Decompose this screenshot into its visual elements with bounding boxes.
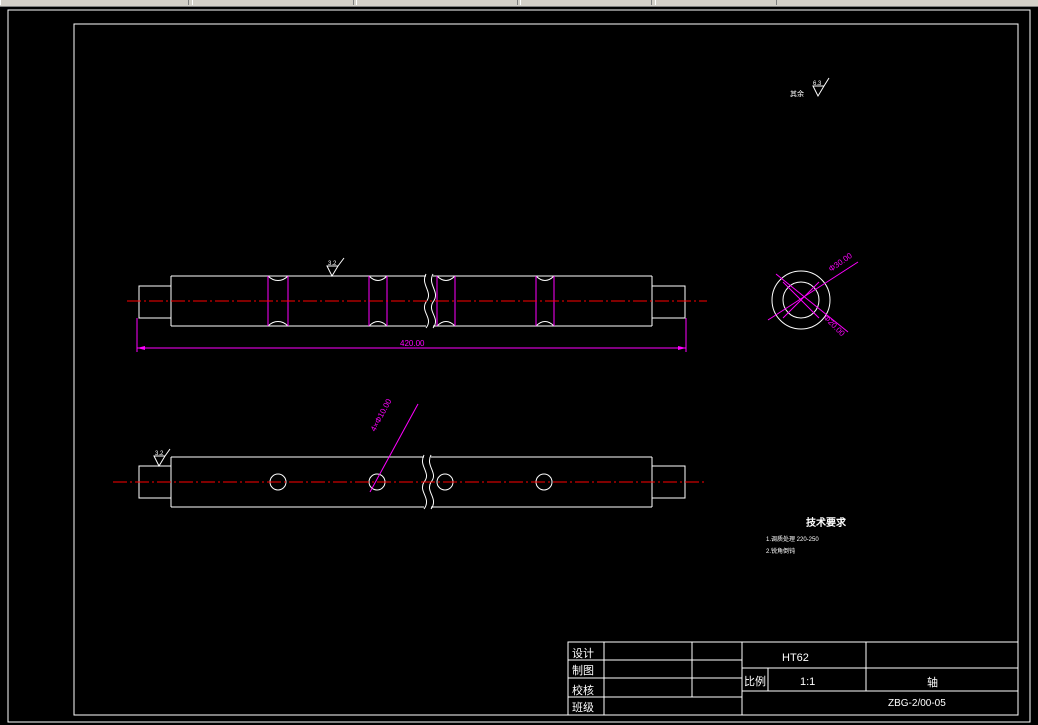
shaft-right-stub (651, 285, 686, 319)
technical-requirements: 技术要求 1.调质处理 220-250 2.锐角倒钝 (766, 516, 847, 555)
hole-dimension-text: 4×Φ10.00 (369, 397, 394, 433)
shaft-cross-section[interactable]: Φ30.00 Φ20.00 (767, 251, 859, 339)
shaft-top-view[interactable]: 3.2 420.00 (127, 257, 707, 352)
toolbar-segment[interactable] (356, 0, 518, 5)
toolbar-segment[interactable] (0, 0, 189, 5)
label-design: 设计 (572, 647, 594, 660)
tech-requirements-title: 技术要求 (806, 516, 847, 529)
top-roughness-value: 3.2 (328, 261, 337, 267)
toolbar-segment[interactable] (520, 0, 652, 5)
inner-frame (73, 23, 1019, 716)
length-dimension-text: 420.00 (400, 339, 425, 348)
label-draw: 制图 (572, 664, 594, 677)
shaft-front-view[interactable]: 3.2 4×Φ10.00 (113, 397, 707, 510)
front-roughness-value: 3.2 (155, 451, 164, 457)
label-scale: 比例 (744, 674, 766, 688)
tech-requirement-item: 2.锐角倒钝 (766, 547, 795, 555)
tech-requirement-item: 1.调质处理 220-250 (766, 535, 819, 543)
toolbar-segment[interactable] (192, 0, 354, 5)
label-check: 校核 (572, 683, 594, 697)
roughness-note: 其余 6.3 (790, 77, 830, 98)
label-class: 班级 (572, 701, 594, 714)
outer-frame (7, 9, 1031, 723)
material-value: HT62 (782, 652, 809, 664)
outer-diameter-text: Φ30.00 (827, 251, 854, 274)
scale-value: 1:1 (800, 676, 815, 688)
part-name: 轴 (927, 675, 938, 689)
inner-diameter-text: Φ20.00 (822, 313, 847, 338)
break-line (431, 273, 437, 329)
roughness-note-label: 其余 (790, 89, 804, 98)
title-block-text: 设计 制图 校核 班级 HT62 比例 1:1 轴 ZBG-2/00-05 (572, 647, 946, 714)
roughness-note-value: 6.3 (813, 81, 822, 87)
cad-drawing-canvas[interactable]: 其余 6.3 3.2 420.00 Φ30.00 Φ20.00 3.2 4×Φ1… (0, 6, 1038, 725)
drawing-number: ZBG-2/00-05 (888, 698, 946, 709)
shaft-left-stub (138, 285, 172, 319)
toolbar-segment[interactable] (655, 0, 777, 5)
